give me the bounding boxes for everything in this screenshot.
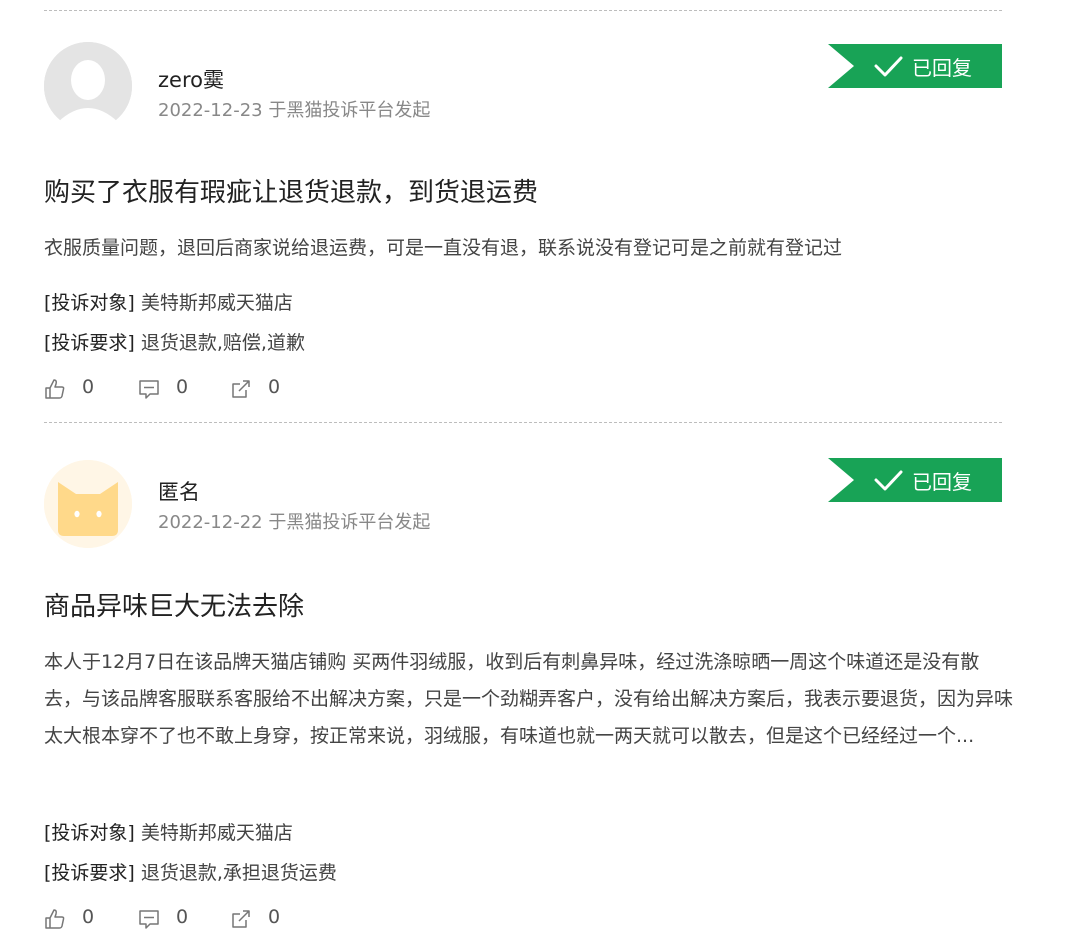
demand-value: 退货退款,赔偿,道歉 — [140, 332, 305, 354]
complaint-target: [投诉对象] 美特斯邦威天猫店 — [44, 288, 293, 315]
comment-count: 0 — [176, 906, 189, 928]
demand-value: 退货退款,承担退货运费 — [140, 862, 337, 884]
like-count: 0 — [82, 376, 95, 398]
post-date: 2022-12-22 — [158, 512, 263, 533]
status-label: 已回复 — [912, 56, 972, 80]
post-source: 于黑猫投诉平台发起 — [268, 100, 431, 121]
username[interactable]: 匿名 — [158, 476, 200, 506]
post-meta: 2022-12-23 于黑猫投诉平台发起 — [158, 96, 430, 122]
post-meta: 2022-12-22 于黑猫投诉平台发起 — [158, 508, 430, 534]
share-count: 0 — [268, 376, 281, 398]
complaint-demand: [投诉要求] 退货退款,承担退货运费 — [44, 858, 337, 885]
complaint-title[interactable]: 购买了衣服有瑕疵让退货退款，到货退运费 — [44, 172, 538, 209]
like-count: 0 — [82, 906, 95, 928]
complaint-title[interactable]: 商品异味巨大无法去除 — [44, 586, 304, 623]
avatar — [44, 460, 132, 548]
complaint-content: 衣服质量问题，退回后商家说给退运费，可是一直没有退，联系说没有登记可是之前就有登… — [44, 237, 843, 259]
complaint-content: 本人于12月7日在该品牌天猫店铺购 买两件羽绒服，收到后有刺鼻异味，经过洗涤晾晒… — [44, 651, 1014, 747]
avatar — [44, 42, 132, 130]
status-badge: 已回复 — [828, 458, 1002, 502]
comment-icon — [139, 380, 159, 399]
cat-icon — [44, 460, 132, 548]
target-value[interactable]: 美特斯邦威天猫店 — [141, 292, 293, 314]
username[interactable]: zero霙 — [158, 64, 224, 94]
target-value[interactable]: 美特斯邦威天猫店 — [141, 822, 293, 844]
target-label: [投诉对象] — [44, 822, 135, 844]
post-source: 于黑猫投诉平台发起 — [268, 512, 431, 533]
divider — [44, 10, 1002, 11]
comment-count: 0 — [176, 376, 189, 398]
comment-icon — [139, 910, 159, 929]
demand-label: [投诉要求] — [44, 862, 135, 884]
share-count: 0 — [268, 906, 281, 928]
user-icon — [44, 42, 132, 130]
share-icon — [232, 910, 250, 928]
complaint-target: [投诉对象] 美特斯邦威天猫店 — [44, 818, 293, 845]
thumbs-up-icon — [45, 909, 65, 929]
post-date: 2022-12-23 — [158, 100, 263, 121]
share-icon — [232, 380, 250, 398]
complaint-demand: [投诉要求] 退货退款,赔偿,道歉 — [44, 328, 305, 355]
thumbs-up-icon — [45, 379, 65, 399]
status-label: 已回复 — [912, 470, 972, 494]
status-badge: 已回复 — [828, 44, 1002, 88]
divider — [44, 422, 1002, 423]
demand-label: [投诉要求] — [44, 332, 135, 354]
target-label: [投诉对象] — [44, 292, 135, 314]
